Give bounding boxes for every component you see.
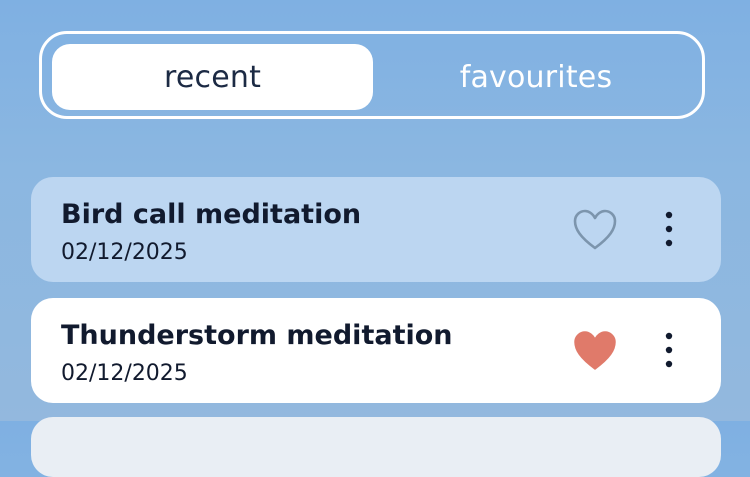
- more-options-button[interactable]: [657, 330, 681, 370]
- list-item[interactable]: Thunderstorm meditation 02/12/2025: [31, 298, 721, 403]
- tab-switcher: recent favourites: [39, 31, 705, 119]
- list-item[interactable]: Bird call meditation 02/12/2025: [31, 177, 721, 282]
- list-item[interactable]: [31, 417, 721, 477]
- item-date: 02/12/2025: [61, 240, 188, 265]
- more-vertical-icon: [665, 211, 673, 247]
- favourite-button[interactable]: [572, 208, 618, 252]
- item-title: Bird call meditation: [61, 199, 362, 230]
- heart-outline-icon: [573, 209, 617, 250]
- tab-favourites[interactable]: favourites: [377, 44, 695, 110]
- item-title: Thunderstorm meditation: [61, 320, 453, 351]
- heart-filled-icon: [574, 331, 616, 370]
- favourite-button[interactable]: [572, 329, 618, 373]
- more-options-button[interactable]: [657, 209, 681, 249]
- more-vertical-icon: [665, 332, 673, 368]
- item-date: 02/12/2025: [61, 361, 188, 386]
- tab-recent[interactable]: recent: [52, 44, 373, 110]
